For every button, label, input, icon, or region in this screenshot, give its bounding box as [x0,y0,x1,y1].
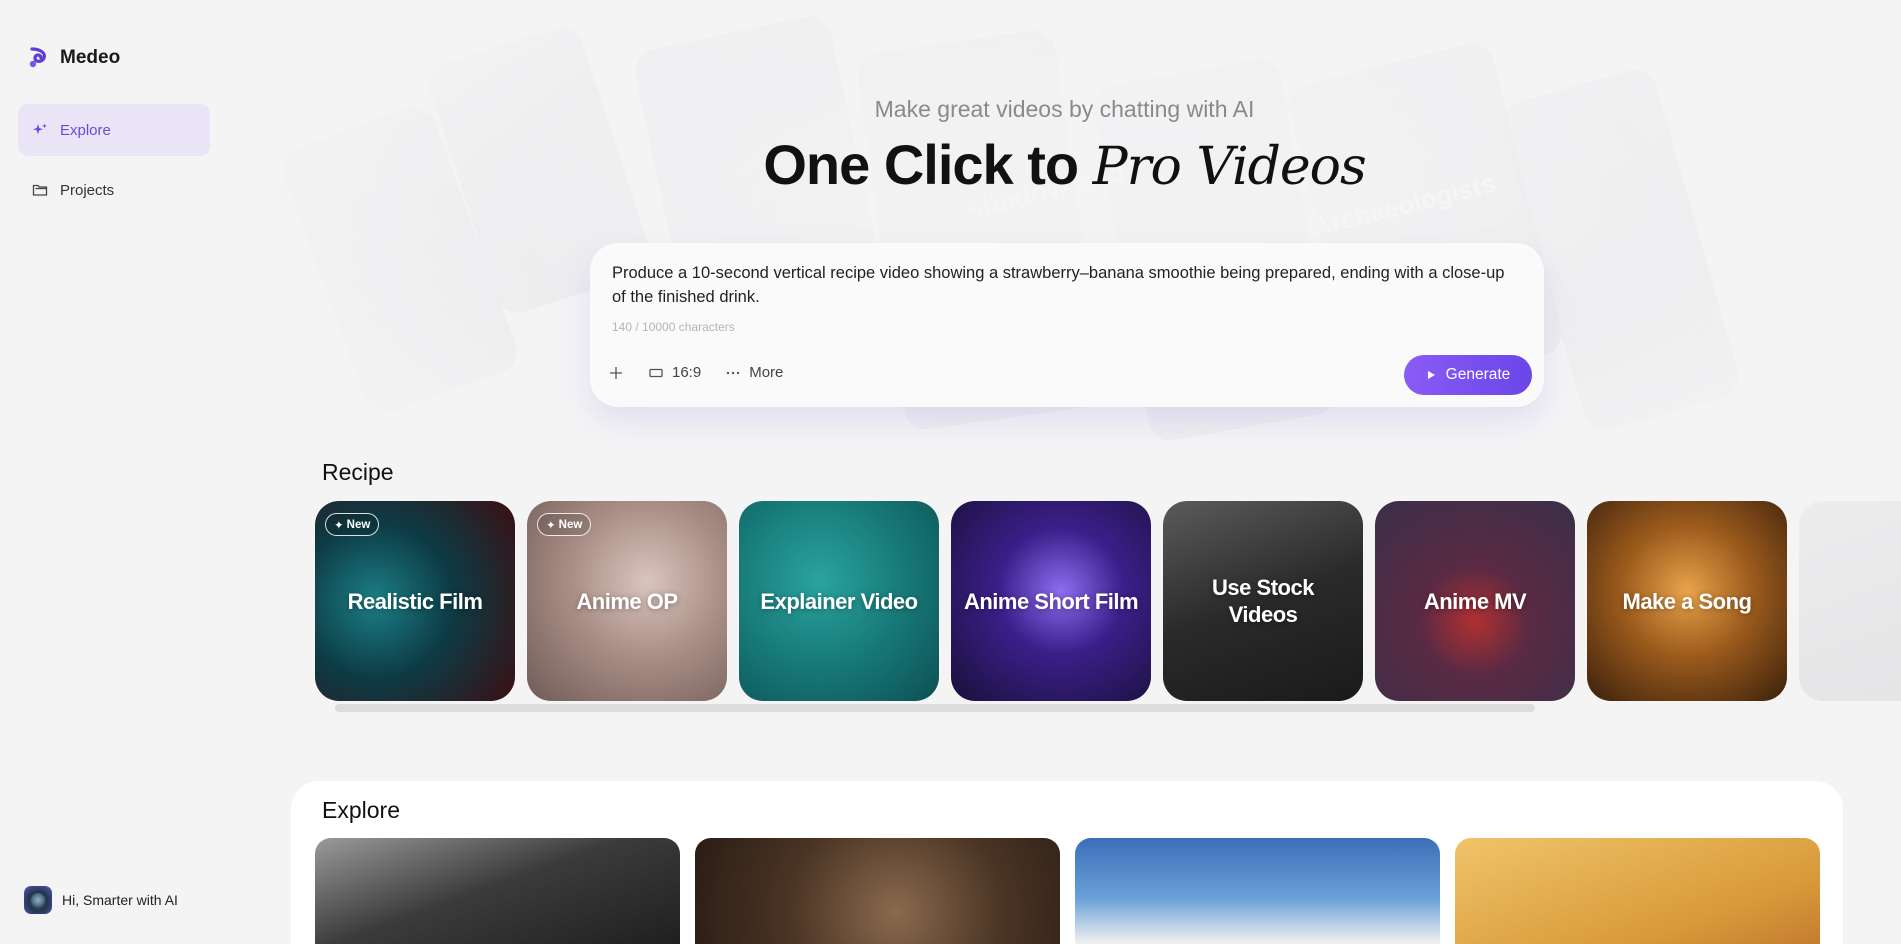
app-name: Medeo [60,47,121,68]
recipe-card-label: Anime OP [576,588,678,614]
explore-title: Explore [322,797,400,823]
recipe-card-label: Realistic Film [347,588,483,614]
recipe-card-label: Anime MV [1423,588,1527,614]
headline-italic: Pro Videos [1092,137,1367,197]
recipe-card-label: Anime Short Film [963,588,1139,614]
generate-button[interactable]: Generate [1404,355,1532,395]
explore-thumbnail[interactable] [1455,838,1820,944]
user-profile[interactable]: Hi, Smarter with AI [24,886,178,914]
recipe-card-label: Make a Song [1622,588,1752,614]
aspect-ratio-label: 16:9 [672,364,702,381]
recipe-carousel: ✦ New Realistic Film ✦ New Anime OP Explai… [315,501,1901,701]
char-count: 140 / 10000 characters [612,320,735,334]
recipe-card-realistic-film[interactable]: ✦ New Realistic Film [315,501,515,701]
recipe-card-explainer-video[interactable]: Explainer Video [739,501,939,701]
avatar [24,886,52,914]
new-badge: ✦ New [325,513,380,536]
recipe-card-anime-op[interactable]: ✦ New Anime OP [527,501,727,701]
new-badge: ✦ New [537,513,592,536]
explore-thumbnail[interactable] [315,838,680,944]
recipe-card-anime-mv[interactable]: Anime MV [1375,501,1575,701]
aspect-ratio-button[interactable]: 16:9 [648,364,701,381]
prompt-input[interactable]: Produce a 10-second vertical recipe vide… [612,261,1512,309]
recipe-card-use-stock-videos[interactable]: Use Stock Videos [1163,501,1363,701]
more-label: More [749,364,784,381]
recipe-title: Recipe [322,459,394,485]
medeo-logo-icon [29,47,46,68]
hero-subtitle: Make great videos by chatting with AI [874,96,1255,122]
recipe-card-label: Explainer Video [760,588,918,614]
prompt-toolbar: 16:9 More [608,364,783,381]
plus-icon [610,366,622,379]
brand[interactable]: Medeo [26,46,120,70]
explore-thumbnail[interactable] [1075,838,1440,944]
generate-label: Generate [1445,366,1511,383]
recipe-card-anime-short-film[interactable]: Anime Short Film [951,501,1151,701]
aspect-ratio-icon [649,368,663,377]
recipe-card-label: Use Stock Videos [1212,575,1314,627]
recipe-scrollbar[interactable] [335,704,1535,712]
prompt-box: Produce a 10-second vertical recipe vide… [590,243,1544,407]
headline-bold: One Click to [763,133,1079,196]
explore-thumbnail[interactable] [695,838,1060,944]
user-greeting: Hi, Smarter with AI [62,892,178,908]
recipe-card-partial[interactable] [1799,501,1901,701]
play-icon [1427,371,1435,379]
more-button[interactable]: More [725,364,783,381]
hero-headline: One Click to Pro Videos [0,132,1901,197]
add-button[interactable] [608,365,624,381]
more-dots-icon [727,371,740,374]
recipe-card-make-a-song[interactable]: Make a Song [1587,501,1787,701]
